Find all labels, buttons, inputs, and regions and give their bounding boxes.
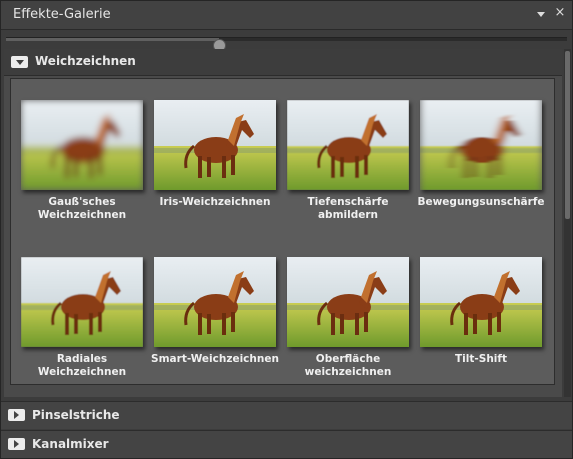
effect-label: Iris-Weichzeichnen <box>159 196 271 208</box>
category-header-weichzeichnen[interactable]: Weichzeichnen <box>4 49 562 76</box>
category-label: Kanalmixer <box>32 437 109 451</box>
collapsed-arrow-icon <box>8 409 25 421</box>
effect-label: Bewegungsunschärfe <box>417 196 545 208</box>
effect-preview-image <box>154 257 276 347</box>
effect-tile[interactable]: Oberfläche weichzeichnen <box>287 257 409 387</box>
effect-tile[interactable]: Gauß'sches Weichzeichnen <box>21 100 143 230</box>
vertical-scrollbar[interactable] <box>564 49 571 397</box>
effects-grid: Gauß'sches Weichzeichnen Iris-Weichzeichn… <box>10 78 555 385</box>
effect-label: Radiales Weichzeichnen <box>37 353 127 378</box>
slider-fill <box>6 38 220 41</box>
effect-tile[interactable]: Radiales Weichzeichnen <box>21 257 143 387</box>
panel-menu-dropdown-icon[interactable] <box>535 9 547 21</box>
effect-tile[interactable]: Smart-Weichzeichnen <box>151 257 279 387</box>
collapsed-arrow-icon <box>8 438 25 450</box>
effect-label: Smart-Weichzeichnen <box>151 353 279 365</box>
effect-preview-image <box>154 100 276 190</box>
category-label: Pinselstriche <box>32 408 120 422</box>
effect-tile[interactable]: Bewegungsunschärfe <box>417 100 545 230</box>
gallery-content: Weichzeichnen Gauß'sches Weichzeichnen Ir… <box>4 49 562 397</box>
effect-preview-image <box>21 100 143 190</box>
effect-label: Oberfläche weichzeichnen <box>304 353 392 378</box>
effect-preview-image <box>287 100 409 190</box>
panel-titlebar: Effekte-Galerie × <box>1 1 572 30</box>
thumbnail-size-slider[interactable] <box>6 37 567 52</box>
effect-preview-image <box>287 257 409 347</box>
category-header-pinselstriche[interactable]: Pinselstriche <box>1 401 572 429</box>
effect-label: Gauß'sches Weichzeichnen <box>37 196 127 221</box>
panel-title: Effekte-Galerie <box>13 7 111 22</box>
effect-preview-image <box>420 257 542 347</box>
expanded-arrow-icon <box>11 56 28 68</box>
effect-tile[interactable]: Tilt-Shift <box>420 257 542 387</box>
scrollbar-thumb[interactable] <box>565 51 570 219</box>
effects-gallery-panel: Effekte-Galerie × Weichzeichnen Gauß'sch… <box>0 0 573 459</box>
thumbnail-size-slider-row <box>1 30 572 52</box>
effect-tile[interactable]: Tiefenschärfe abmildern <box>287 100 409 230</box>
effect-label: Tilt-Shift <box>455 353 507 365</box>
category-label: Weichzeichnen <box>35 54 136 68</box>
effect-preview-image <box>21 257 143 347</box>
close-icon[interactable]: × <box>553 5 567 21</box>
category-header-kanalmixer[interactable]: Kanalmixer <box>1 430 572 458</box>
effect-tile[interactable]: Iris-Weichzeichnen <box>154 100 276 230</box>
effect-preview-image <box>420 100 542 190</box>
effect-label: Tiefenschärfe abmildern <box>307 196 389 221</box>
